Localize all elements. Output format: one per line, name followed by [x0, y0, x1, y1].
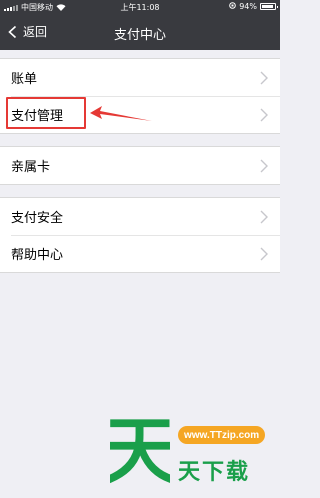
annotation-highlight-box: [6, 97, 86, 129]
settings-group-3: 支付安全 帮助中心: [0, 197, 280, 273]
menu-item-family-card[interactable]: 亲属卡: [0, 147, 280, 184]
site-watermark: 天 www.TTzip.com 天下载: [100, 404, 280, 498]
menu-item-label: 亲属卡: [11, 160, 51, 175]
battery-percent: 94%: [239, 2, 257, 11]
chevron-right-icon: [260, 159, 268, 173]
svg-text:天: 天: [110, 410, 170, 490]
watermark-url: www.TTzip.com: [178, 426, 266, 444]
chevron-right-icon: [260, 210, 268, 224]
watermark-logo: 天: [110, 410, 170, 490]
orientation-lock-icon: [229, 2, 237, 11]
nav-bar: 返回 支付中心: [0, 14, 280, 50]
menu-item-payment-security[interactable]: 支付安全: [0, 198, 280, 235]
settings-group-2: 亲属卡: [0, 146, 280, 185]
chevron-right-icon: [260, 108, 268, 122]
status-bar: 中国移动 上午11:08 94%: [0, 0, 280, 14]
chevron-right-icon: [260, 71, 268, 85]
battery-icon: [260, 3, 278, 10]
menu-item-bill[interactable]: 账单: [0, 59, 280, 96]
menu-item-label: 账单: [11, 72, 38, 87]
page-title: 支付中心: [113, 28, 166, 43]
watermark-brand: 天下载: [178, 460, 251, 485]
chevron-right-icon: [260, 247, 268, 261]
menu-item-label: 支付安全: [11, 211, 64, 226]
annotation-arrow-icon: [90, 106, 152, 121]
menu-item-label: 帮助中心: [11, 248, 64, 263]
menu-item-help-center[interactable]: 帮助中心: [0, 235, 280, 272]
